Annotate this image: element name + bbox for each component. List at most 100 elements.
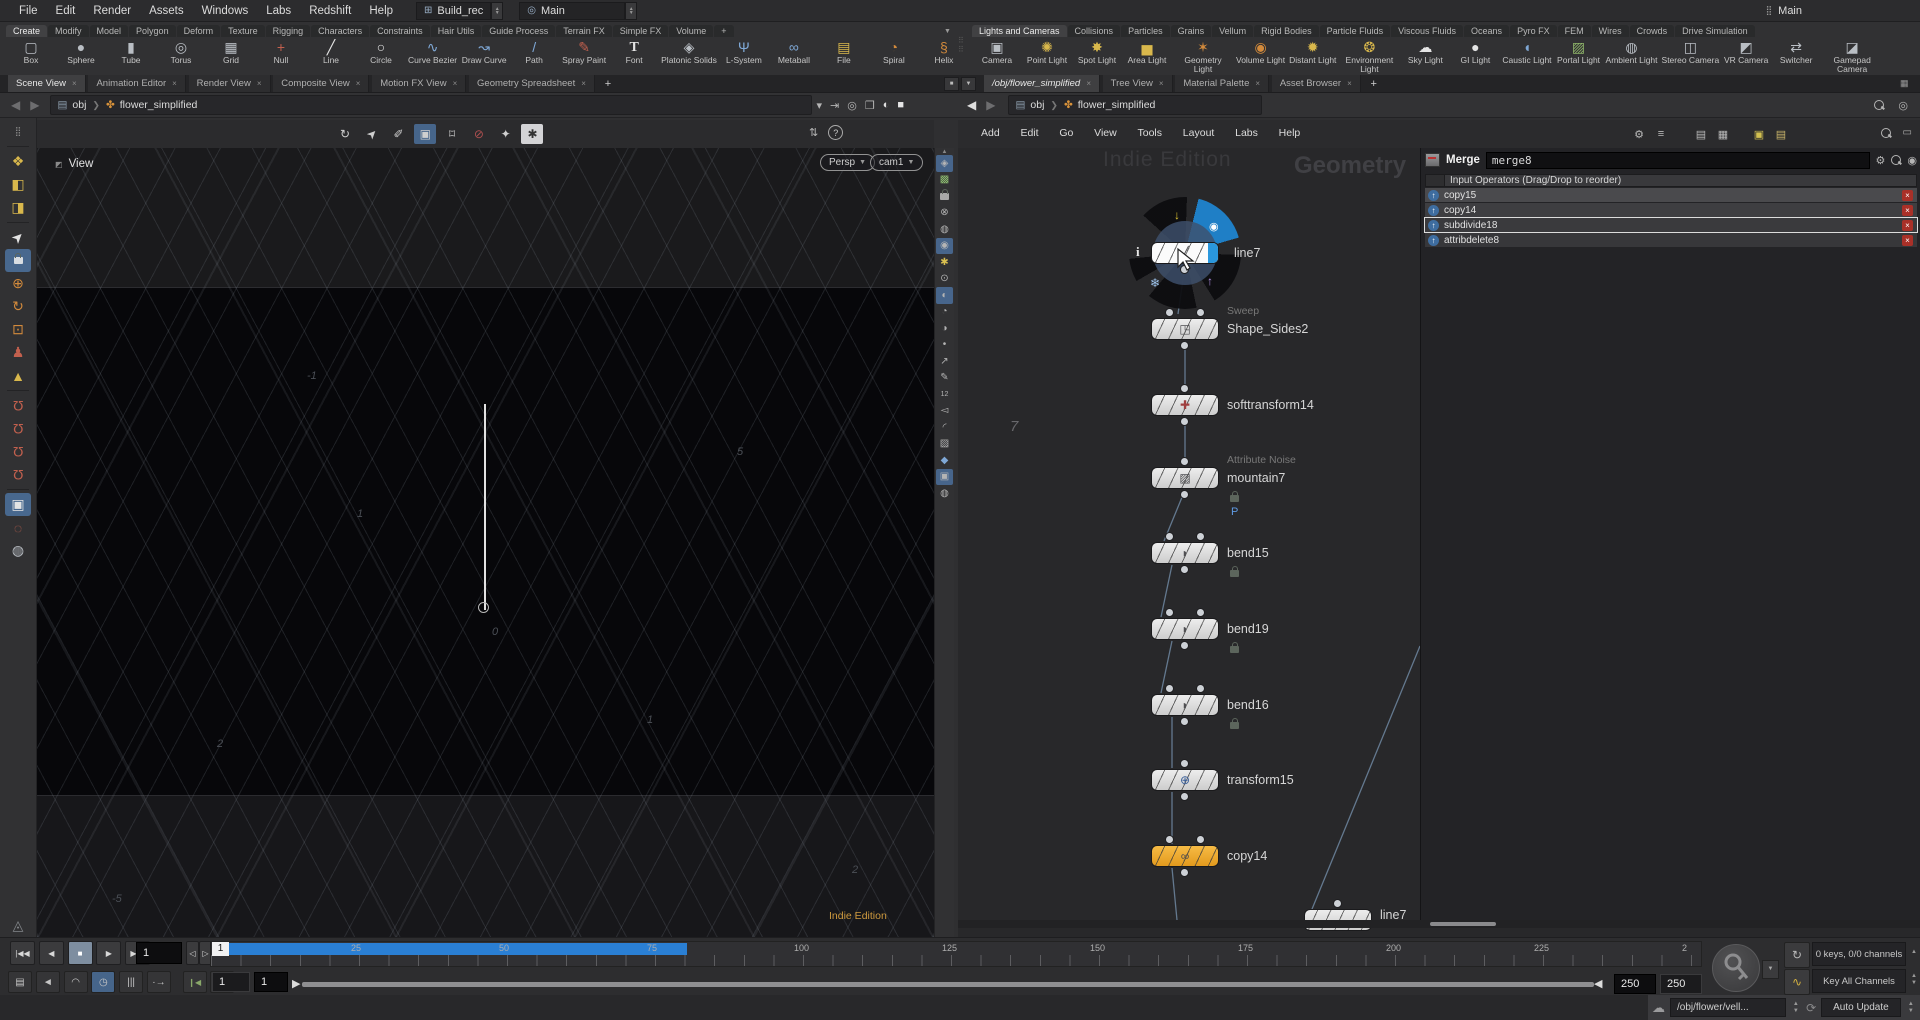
shelf-tool-point-light[interactable]: ✺Point Light (1022, 38, 1072, 65)
menu-windows[interactable]: Windows (193, 5, 258, 17)
shelf-tab-add[interactable]: + (714, 25, 733, 37)
play-button[interactable]: ▶ (96, 941, 121, 965)
shelf-tab-create[interactable]: Create (6, 25, 47, 37)
point-marker-icon[interactable]: • (936, 337, 953, 354)
shelf-overflow-arrow[interactable]: ▼ (944, 28, 951, 35)
shelf-tab-wires[interactable]: Wires (1592, 25, 1629, 37)
key-all-channels-button[interactable]: Key All Channels (1812, 969, 1906, 993)
input-connector[interactable] (1165, 532, 1174, 541)
net-menu-help[interactable]: Help (1270, 120, 1310, 139)
menu-file[interactable]: File (10, 5, 47, 17)
shelf-tool-geometry-light[interactable]: ✶Geometry Light (1172, 38, 1234, 73)
shelf-tab-constraints[interactable]: Constraints (370, 25, 430, 37)
network-hscrollbar-thumb[interactable] (1430, 922, 1496, 926)
high-quality-lighting-icon[interactable]: ✱ (936, 254, 953, 271)
shelf-tab-pyro-fx[interactable]: Pyro FX (1510, 25, 1557, 37)
view-orbit-icon[interactable]: ↻ (334, 124, 356, 144)
shelf-tool-torus[interactable]: ◎Torus (156, 38, 206, 65)
audio-icon[interactable]: ◄ (36, 971, 60, 993)
net-menu-view[interactable]: View (1085, 120, 1126, 139)
shelf-tab-oceans[interactable]: Oceans (1464, 25, 1509, 37)
info-radial-icon[interactable]: i (1136, 244, 1140, 260)
shelf-tool-spot-light[interactable]: ✸Spot Light (1072, 38, 1122, 65)
close-icon[interactable]: × (1347, 79, 1352, 88)
range-end-display[interactable]: 250 (1614, 974, 1656, 994)
back-arrow-icon[interactable]: ◀ (6, 98, 25, 112)
wrench-icon[interactable]: ⚙ (1630, 125, 1648, 143)
flashlight-icon[interactable]: ◍ (5, 539, 31, 562)
color-palette-icon[interactable]: ▣ (1750, 125, 1768, 143)
smooth-shading-icon[interactable]: ◐ (936, 287, 953, 304)
close-icon[interactable]: × (1255, 79, 1260, 88)
range-slider-right-thumb[interactable]: ◀ (1594, 977, 1602, 990)
shelf-tab-viscous-fluids[interactable]: Viscous Fluids (1391, 25, 1463, 37)
view-menu-icon[interactable]: ◩ (55, 160, 63, 169)
channel-scope-icon[interactable]: ∿ (1784, 969, 1810, 995)
shelf-tab-simple-fx[interactable]: Simple FX (613, 25, 669, 37)
shelf-tab-guide-process[interactable]: Guide Process (482, 25, 555, 37)
input-connector[interactable] (1196, 608, 1205, 617)
set-key-button[interactable] (1712, 944, 1760, 992)
light-pin-icon[interactable]: ◍ (936, 485, 953, 502)
shelf-tool-spiral[interactable]: ◔Spiral (869, 38, 919, 65)
reference-plane-icon[interactable]: ▩ (936, 172, 953, 189)
layout-spinner[interactable]: ▲▼ (625, 2, 637, 20)
help-icon[interactable]: ? (828, 125, 843, 140)
move-up-icon[interactable]: ↑ (1428, 190, 1439, 201)
pane-target-icon[interactable]: ◎ (1894, 99, 1912, 112)
page-icon[interactable]: ■ (893, 99, 908, 111)
shelf-tool-tube[interactable]: ▮Tube (106, 38, 156, 65)
pane-tab-geometry-spreadsheet[interactable]: Geometry Spreadsheet× (469, 75, 595, 92)
recook-icon[interactable]: ⟳ (1806, 1001, 1816, 1015)
input-connector[interactable] (1196, 532, 1205, 541)
search-icon[interactable] (1874, 100, 1884, 110)
range-slider-track[interactable] (302, 982, 1594, 987)
shelf-tool-sphere[interactable]: ●Sphere (56, 38, 106, 65)
back-arrow-icon[interactable]: ◀ (962, 98, 981, 112)
input-connector[interactable] (1180, 384, 1189, 393)
close-icon[interactable]: × (453, 79, 458, 88)
shelf-tab-terrain-fx[interactable]: Terrain FX (556, 25, 612, 37)
dopesheet-icon[interactable]: ·→ (147, 971, 171, 993)
follow-target-icon[interactable]: ◎ (843, 99, 861, 112)
sphere-page-icon[interactable]: ◐ (879, 99, 894, 111)
shelf-tool-portal-light[interactable]: ▨Portal Light (1554, 38, 1604, 65)
list-icon[interactable]: ≡ (1652, 125, 1670, 143)
node-softtransform14[interactable]: ✚ softtransform14 (1152, 395, 1218, 415)
secure-selection-icon[interactable]: ⌑ (441, 124, 463, 144)
shelf-tool-metaball[interactable]: ∞Metaball (769, 38, 819, 65)
forward-arrow-icon[interactable]: ▶ (25, 98, 44, 112)
shelf-tool-switcher[interactable]: ⇄Switcher (1771, 38, 1821, 65)
menu-labs[interactable]: Labs (257, 5, 300, 17)
shelf-tool-path[interactable]: /Path (509, 38, 559, 65)
jump-start-button[interactable]: |◀◀ (10, 941, 35, 965)
current-frame-field[interactable]: 1 (136, 942, 182, 964)
shelf-tab-vellum[interactable]: Vellum (1212, 25, 1253, 37)
shelf-tool-gamepad-camera[interactable]: ◪Gamepad Camera (1821, 38, 1883, 73)
range-slider-left-thumb[interactable]: ▶ (292, 977, 300, 990)
shelf-tab-lights-cameras[interactable]: Lights and Cameras (972, 25, 1067, 37)
grid-small-icon[interactable]: ▤ (1692, 125, 1710, 143)
snap-point-icon[interactable]: Ω (5, 440, 31, 463)
shelf-drag-handle[interactable]: ⠿⠿ (958, 36, 963, 54)
shelf-tool-gi-light[interactable]: ●GI Light (1450, 38, 1500, 65)
output-connector[interactable] (1180, 717, 1189, 726)
shelf-tool-distant-light[interactable]: ✹Distant Light (1287, 38, 1338, 65)
shelf-tool-volume-light[interactable]: ◉Volume Light (1234, 38, 1287, 65)
select-geometry-icon[interactable]: ▣ (414, 124, 436, 144)
operator-row-copy14[interactable]: ↑ copy14 × (1425, 203, 1917, 217)
shelf-tab-particle-fluids[interactable]: Particle Fluids (1320, 25, 1391, 37)
prim-normal-icon[interactable]: ◅ (936, 403, 953, 420)
lock-icon[interactable] (5, 249, 31, 272)
menu-edit[interactable]: Edit (47, 5, 85, 17)
key-all-spinner[interactable]: ▲▼ (1908, 973, 1920, 987)
shelf-tab-characters[interactable]: Characters (311, 25, 369, 37)
menu-assets[interactable]: Assets (140, 5, 193, 17)
node-copy14[interactable]: ∞ copy14 (1152, 846, 1218, 866)
disable-lighting-icon[interactable]: ⊗ (936, 205, 953, 222)
node-bend16[interactable]: ◗ bend16 (1152, 695, 1218, 715)
shelf-tool-box[interactable]: ▢Box (6, 38, 56, 65)
pane-handle-icon[interactable]: ⣿ (5, 120, 31, 143)
sort-icon[interactable]: ⇅ (809, 126, 818, 139)
delete-icon[interactable]: × (1902, 220, 1913, 231)
